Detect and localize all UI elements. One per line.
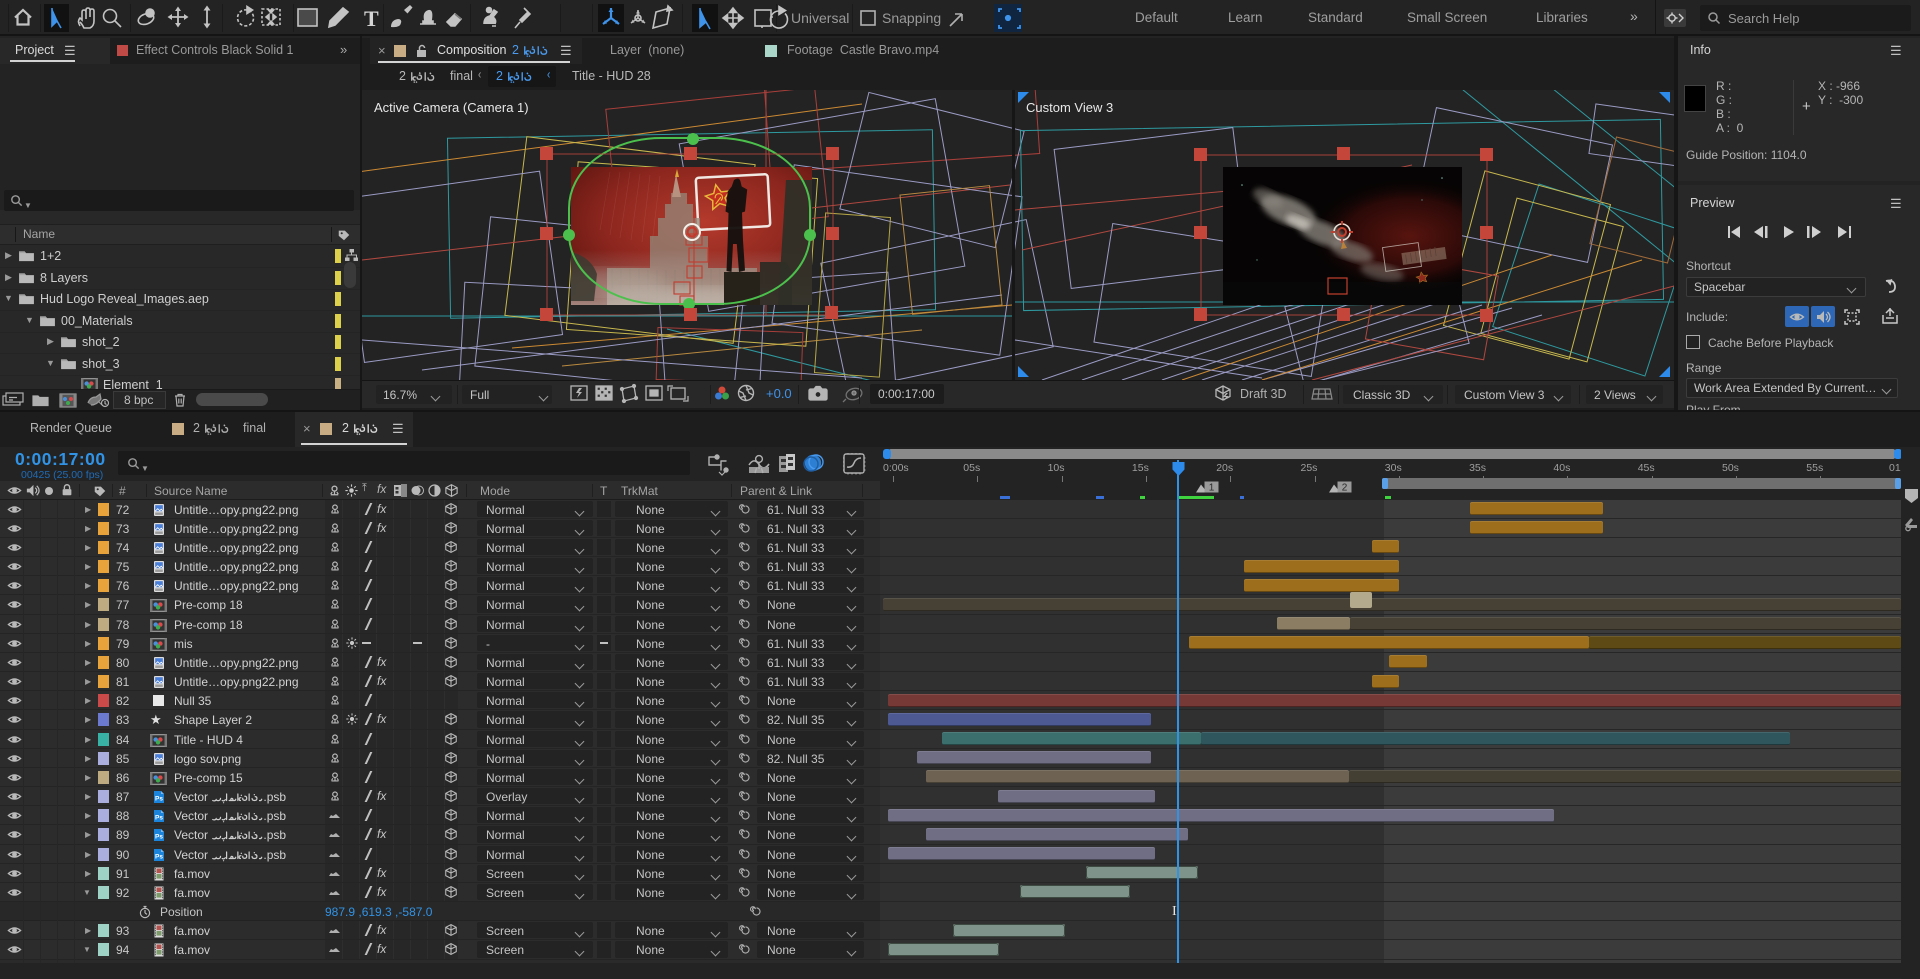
svg-text:T: T bbox=[364, 6, 379, 31]
svg-text:Snapping: Snapping bbox=[882, 10, 941, 26]
svg-text:+0.0: +0.0 bbox=[766, 386, 792, 401]
svg-text:1: 1 bbox=[1209, 483, 1215, 494]
svg-text:2: 2 bbox=[1342, 483, 1348, 494]
svg-text:Draft 3D: Draft 3D bbox=[1240, 387, 1287, 401]
svg-text:Universal: Universal bbox=[791, 10, 849, 26]
